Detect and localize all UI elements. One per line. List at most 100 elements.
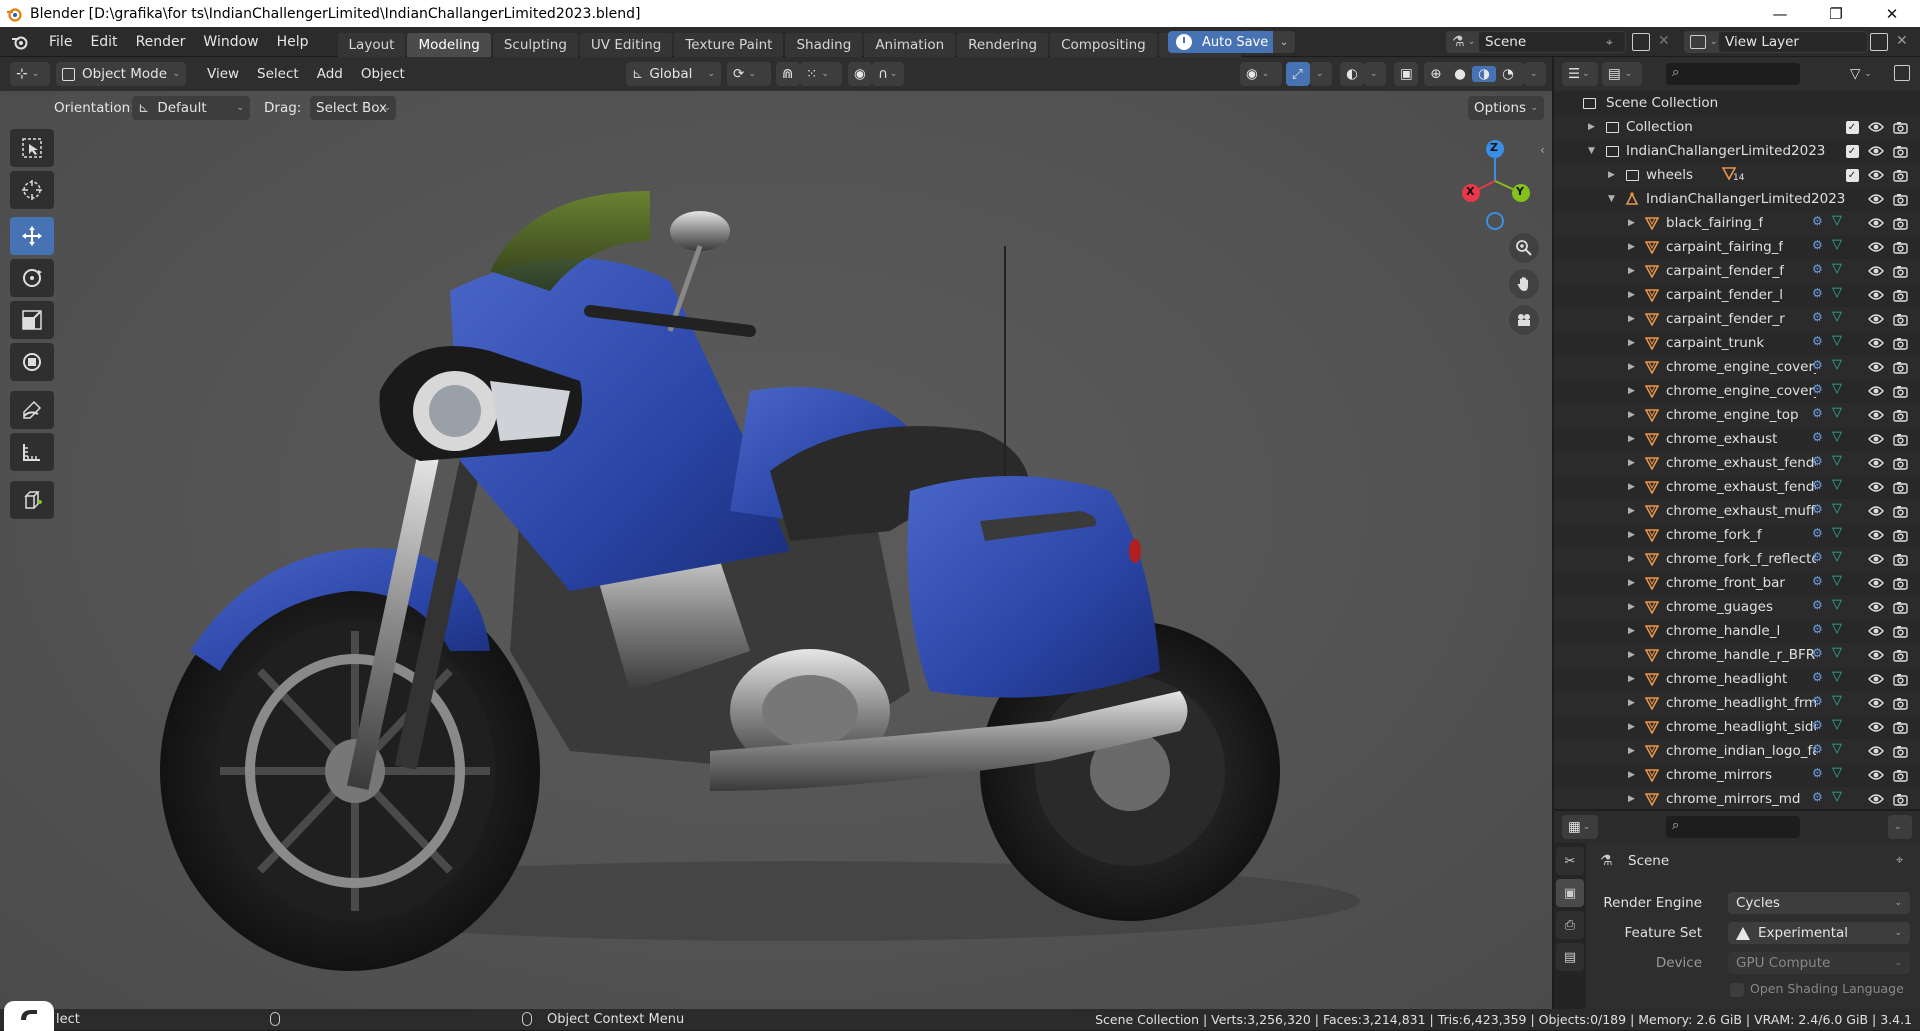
visibility-eye-icon[interactable] <box>1868 695 1884 711</box>
modifier-wrench-icon[interactable]: ⚙ <box>1812 430 1823 444</box>
outliner-row[interactable]: ▶ carpaint_fender_f ⚙ ▽ <box>1554 259 1920 283</box>
viewport-menu-object[interactable]: Object <box>352 62 414 86</box>
visibility-eye-icon[interactable] <box>1868 311 1884 327</box>
expand-arrow-icon[interactable]: ▶ <box>1628 770 1635 780</box>
outliner-row[interactable]: ▶ chrome_exhaust ⚙ ▽ <box>1554 427 1920 451</box>
mesh-data-icon[interactable]: ▽ <box>1832 645 1842 660</box>
render-camera-icon[interactable] <box>1892 695 1908 711</box>
visibility-eye-icon[interactable] <box>1868 623 1884 639</box>
new-scene-icon[interactable] <box>1632 33 1650 51</box>
shading-dropdown[interactable]: ⌄ <box>1524 62 1546 86</box>
mesh-data-icon[interactable]: ▽ <box>1832 261 1842 276</box>
expand-arrow-icon[interactable]: ▶ <box>1628 410 1635 420</box>
outliner-row[interactable]: ▶ chrome_mirrors_md ⚙ ▽ <box>1554 787 1920 809</box>
modifier-wrench-icon[interactable]: ⚙ <box>1812 670 1823 684</box>
visibility-eye-icon[interactable] <box>1868 431 1884 447</box>
gizmo-z-axis[interactable]: Z <box>1490 141 1498 154</box>
move-tool[interactable] <box>10 217 54 255</box>
render-camera-icon[interactable] <box>1892 215 1908 231</box>
zoom-magnifier-icon[interactable] <box>1509 233 1539 263</box>
tab-shading[interactable]: Shading <box>785 32 863 57</box>
render-camera-icon[interactable] <box>1892 359 1908 375</box>
visibility-eye-icon[interactable] <box>1868 143 1884 159</box>
mesh-data-icon[interactable]: ▽ <box>1832 501 1842 516</box>
wireframe-shading-icon[interactable]: ⊕ <box>1424 66 1448 82</box>
gizmo-y-axis[interactable]: Y <box>1516 185 1524 198</box>
modifier-wrench-icon[interactable]: ⚙ <box>1812 334 1823 348</box>
outliner-row[interactable]: ▶ chrome_headlight_frmae⚙ ▽ <box>1554 691 1920 715</box>
outliner-row[interactable]: ▶ chrome_engine_top ⚙ ▽ <box>1554 403 1920 427</box>
viewport-menu-view[interactable]: View <box>198 62 248 86</box>
navigation-gizmo[interactable]: Z X Y <box>1455 131 1545 231</box>
device-selector[interactable]: GPU Compute ⌄ <box>1728 952 1910 974</box>
visibility-eye-icon[interactable] <box>1868 719 1884 735</box>
visibility-eye-icon[interactable] <box>1868 335 1884 351</box>
outliner-row[interactable]: ▶ chrome_exhaust_fenders_l⚙ ▽ <box>1554 451 1920 475</box>
proportional-edit-toggle[interactable]: ◉ <box>848 62 872 86</box>
expand-arrow-icon[interactable]: ▶ <box>1628 290 1635 300</box>
outliner-row[interactable]: ▶ wheels 14 ✓ <box>1554 163 1920 187</box>
visibility-eye-icon[interactable] <box>1868 503 1884 519</box>
collapse-arrow-icon[interactable]: ▼ <box>1608 194 1615 204</box>
viewport-menu-select[interactable]: Select <box>248 62 308 86</box>
outliner-row[interactable]: ▶ chrome_exhaust_muffler⚙ ▽ <box>1554 499 1920 523</box>
expand-arrow-icon[interactable]: ▶ <box>1628 314 1635 324</box>
pivot-point-selector[interactable]: ⟳ ⌄ <box>727 62 771 86</box>
render-camera-icon[interactable] <box>1892 167 1908 183</box>
modifier-wrench-icon[interactable]: ⚙ <box>1812 358 1823 372</box>
mesh-data-icon[interactable]: ▽ <box>1832 213 1842 228</box>
blender-menu-icon[interactable] <box>0 27 40 57</box>
outliner-row[interactable]: ▶ chrome_front_bar ⚙ ▽ <box>1554 571 1920 595</box>
expand-arrow-icon[interactable]: ▶ <box>1628 674 1635 684</box>
maximize-icon[interactable]: ❐ <box>1808 0 1864 27</box>
outliner-row[interactable]: ▶ chrome_indian_logo_fairing⚙ ▽ <box>1554 739 1920 763</box>
menu-edit[interactable]: Edit <box>81 27 126 57</box>
visibility-eye-icon[interactable] <box>1868 647 1884 663</box>
close-icon[interactable]: ✕ <box>1864 0 1920 27</box>
options-dropdown[interactable]: Options ⌄ <box>1468 96 1544 120</box>
mesh-data-icon[interactable]: ▽ <box>1832 381 1842 396</box>
render-camera-icon[interactable] <box>1892 647 1908 663</box>
render-camera-icon[interactable] <box>1892 719 1908 735</box>
expand-arrow-icon[interactable]: ▶ <box>1628 506 1635 516</box>
outliner-row[interactable]: ▶ carpaint_fender_r ⚙ ▽ <box>1554 307 1920 331</box>
auto-save-button[interactable]: Auto Save <box>1168 31 1282 53</box>
render-camera-icon[interactable] <box>1892 791 1908 807</box>
render-camera-icon[interactable] <box>1892 263 1908 279</box>
visibility-eye-icon[interactable] <box>1868 287 1884 303</box>
outliner-row[interactable]: ▶ carpaint_fairing_f ⚙ ▽ <box>1554 235 1920 259</box>
orientation-default-selector[interactable]: ⊾ Default ⌄ <box>132 96 250 120</box>
modifier-wrench-icon[interactable]: ⚙ <box>1812 406 1823 420</box>
render-camera-icon[interactable] <box>1892 479 1908 495</box>
expand-arrow-icon[interactable]: ▶ <box>1628 242 1635 252</box>
render-camera-icon[interactable] <box>1892 287 1908 303</box>
outliner-row[interactable]: ▶ chrome_guages ⚙ ▽ <box>1554 595 1920 619</box>
visibility-eye-icon[interactable] <box>1868 191 1884 207</box>
visibility-eye-icon[interactable] <box>1868 455 1884 471</box>
modifier-wrench-icon[interactable]: ⚙ <box>1812 718 1823 732</box>
expand-arrow-icon[interactable]: ▶ <box>1628 458 1635 468</box>
mesh-data-icon[interactable]: ▽ <box>1832 333 1842 348</box>
visibility-eye-icon[interactable] <box>1868 599 1884 615</box>
modifier-wrench-icon[interactable]: ⚙ <box>1812 478 1823 492</box>
render-camera-icon[interactable] <box>1892 407 1908 423</box>
expand-arrow-icon[interactable]: ▶ <box>1628 218 1635 228</box>
render-camera-icon[interactable] <box>1892 143 1908 159</box>
mesh-data-icon[interactable]: ▽ <box>1832 429 1842 444</box>
solid-shading-icon[interactable]: ● <box>1448 66 1472 82</box>
render-camera-icon[interactable] <box>1892 767 1908 783</box>
expand-arrow-icon[interactable]: ▶ <box>1628 434 1635 444</box>
render-camera-icon[interactable] <box>1892 455 1908 471</box>
outliner-row[interactable]: ▶ carpaint_trunk ⚙ ▽ <box>1554 331 1920 355</box>
visibility-eye-icon[interactable] <box>1868 671 1884 687</box>
render-camera-icon[interactable] <box>1892 191 1908 207</box>
mesh-data-icon[interactable]: ▽ <box>1832 717 1842 732</box>
render-camera-icon[interactable] <box>1892 383 1908 399</box>
render-camera-icon[interactable] <box>1892 119 1908 135</box>
modifier-wrench-icon[interactable]: ⚙ <box>1812 766 1823 780</box>
render-camera-icon[interactable] <box>1892 623 1908 639</box>
expand-arrow-icon[interactable]: ▶ <box>1628 482 1635 492</box>
render-engine-selector[interactable]: Cycles ⌄ <box>1728 892 1910 914</box>
measure-tool[interactable] <box>10 433 54 471</box>
scene-pin-icon[interactable]: ⌖ <box>1606 35 1613 50</box>
